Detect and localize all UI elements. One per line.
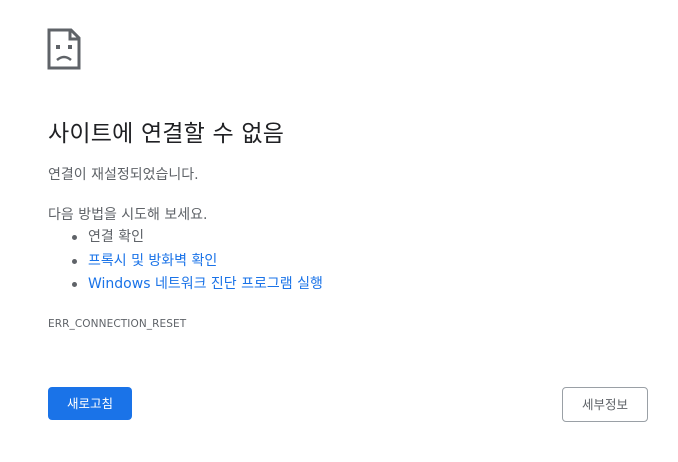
suggestions-heading: 다음 방법을 시도해 보세요.: [48, 207, 208, 223]
details-button[interactable]: 세부정보: [562, 387, 648, 422]
suggestion-check-proxy-firewall: 프록시 및 방화벽 확인: [48, 250, 323, 274]
error-description: 연결이 재설정되었습니다.: [48, 167, 199, 183]
reload-button[interactable]: 새로고침: [48, 387, 132, 420]
suggestion-check-connection: 연결 확인: [48, 226, 323, 250]
sad-page-icon: [47, 28, 81, 70]
check-proxy-firewall-link[interactable]: 프록시 및 방화벽 확인: [88, 253, 217, 269]
suggestions-list: 연결 확인 프록시 및 방화벽 확인 Windows 네트워크 진단 프로그램 …: [48, 226, 323, 297]
page-title: 사이트에 연결할 수 없음: [48, 121, 285, 147]
error-page: 사이트에 연결할 수 없음 연결이 재설정되었습니다. 다음 방법을 시도해 보…: [0, 0, 678, 462]
bullet-icon: [72, 282, 77, 287]
suggestion-run-diagnostics: Windows 네트워크 진단 프로그램 실행: [48, 273, 323, 297]
error-code: ERR_CONNECTION_RESET: [48, 318, 187, 330]
bullet-icon: [72, 258, 77, 264]
run-network-diagnostics-link[interactable]: Windows 네트워크 진단 프로그램 실행: [88, 276, 323, 292]
suggestion-label: 연결 확인: [88, 229, 144, 245]
bullet-icon: [72, 235, 77, 240]
